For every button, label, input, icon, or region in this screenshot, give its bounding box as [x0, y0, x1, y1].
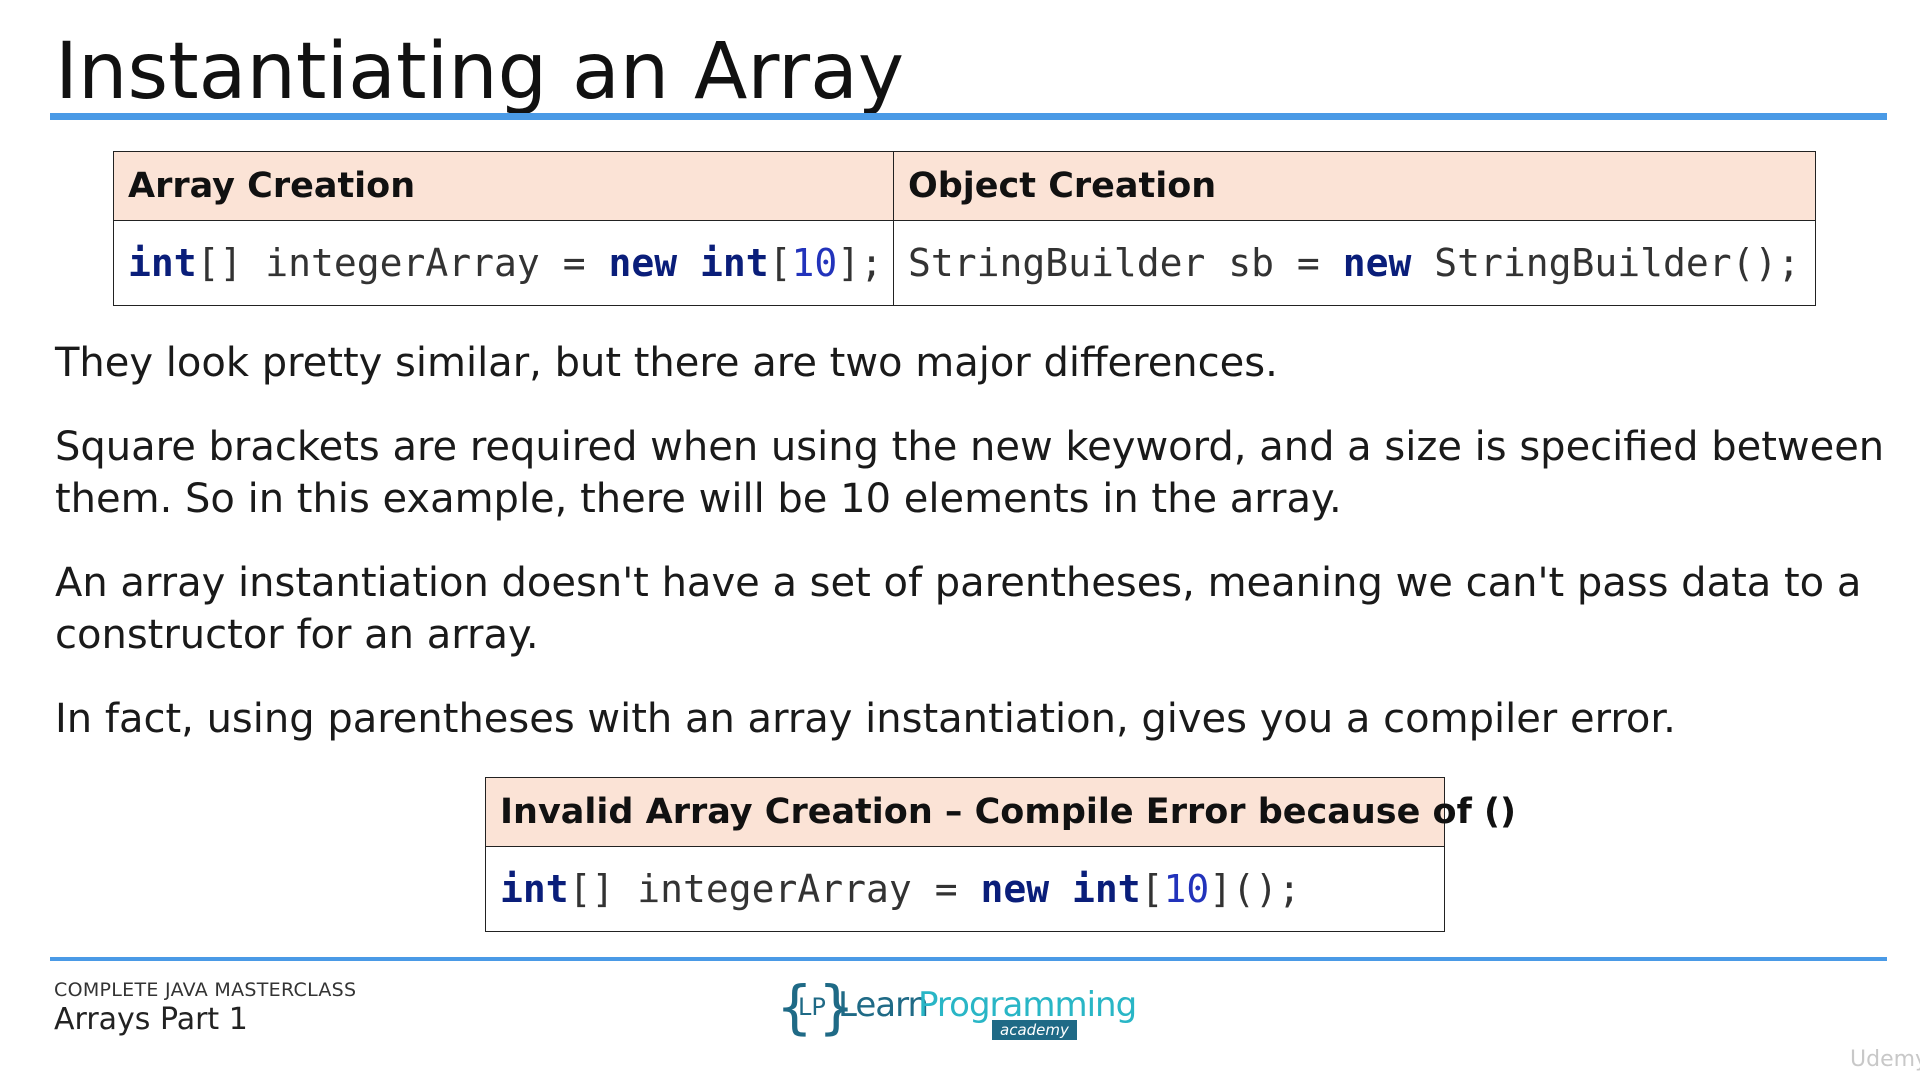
keyword-new: new [980, 867, 1050, 911]
header-array-creation: Array Creation [113, 151, 894, 221]
logo-academy-badge: academy [992, 1020, 1077, 1040]
course-name: COMPLETE JAVA MASTERCLASS [54, 979, 357, 1001]
code-text: [] integerArray = [196, 241, 609, 285]
keyword-int: int [500, 867, 569, 911]
learnprogramming-logo: { LP } Learn Programming academy [776, 975, 1137, 1045]
invalid-array-code: int[] integerArray = new int[10](); [485, 846, 1445, 932]
number-literal: 10 [791, 241, 838, 285]
code-text: StringBuilder sb = [908, 241, 1343, 285]
paragraph-differences: They look pretty similar, but there are … [55, 340, 1278, 386]
paragraph-compiler-error: In fact, using parentheses with an array… [55, 696, 1676, 742]
footer-divider [50, 957, 1887, 961]
array-creation-code: int[] integerArray = new int[10]; [113, 220, 894, 306]
title-underline [50, 113, 1887, 120]
keyword-new: new [1342, 241, 1412, 285]
code-text: [] integerArray = [568, 867, 981, 911]
paragraph-square-brackets: Square brackets are required when using … [55, 424, 1885, 522]
invalid-creation-table: Invalid Array Creation – Compile Error b… [485, 777, 1516, 932]
comparison-table: Array Creation Object Creation int[] int… [113, 151, 1816, 306]
logo-word-programming: Programming [918, 985, 1137, 1025]
udemy-watermark: Udemy [1850, 1047, 1920, 1072]
keyword-new: new [608, 241, 678, 285]
comparison-table-code-row: int[] integerArray = new int[10]; String… [113, 220, 1816, 306]
code-text: StringBuilder(); [1411, 241, 1801, 285]
comparison-table-header-row: Array Creation Object Creation [113, 151, 1816, 221]
object-creation-code: StringBuilder sb = new StringBuilder(); [893, 220, 1816, 306]
header-invalid-array-creation: Invalid Array Creation – Compile Error b… [485, 777, 1516, 847]
code-text: [ [1140, 867, 1164, 911]
number-literal: 10 [1163, 867, 1210, 911]
header-object-creation: Object Creation [893, 151, 1816, 221]
invalid-table-code-row: int[] integerArray = new int[10](); [485, 846, 1445, 932]
keyword-int: int [128, 241, 197, 285]
code-text: [ [768, 241, 792, 285]
lesson-name: Arrays Part 1 [54, 1002, 248, 1037]
code-text: ]; [837, 241, 884, 285]
code-text: ](); [1209, 867, 1301, 911]
invalid-table-header-row: Invalid Array Creation – Compile Error b… [485, 777, 1516, 847]
logo-word-learn: Learn [838, 985, 929, 1025]
paragraph-no-parentheses: An array instantiation doesn't have a se… [55, 560, 1862, 658]
keyword-int: int [1071, 867, 1141, 911]
slide-title: Instantiating an Array [55, 27, 905, 117]
keyword-int: int [699, 241, 769, 285]
